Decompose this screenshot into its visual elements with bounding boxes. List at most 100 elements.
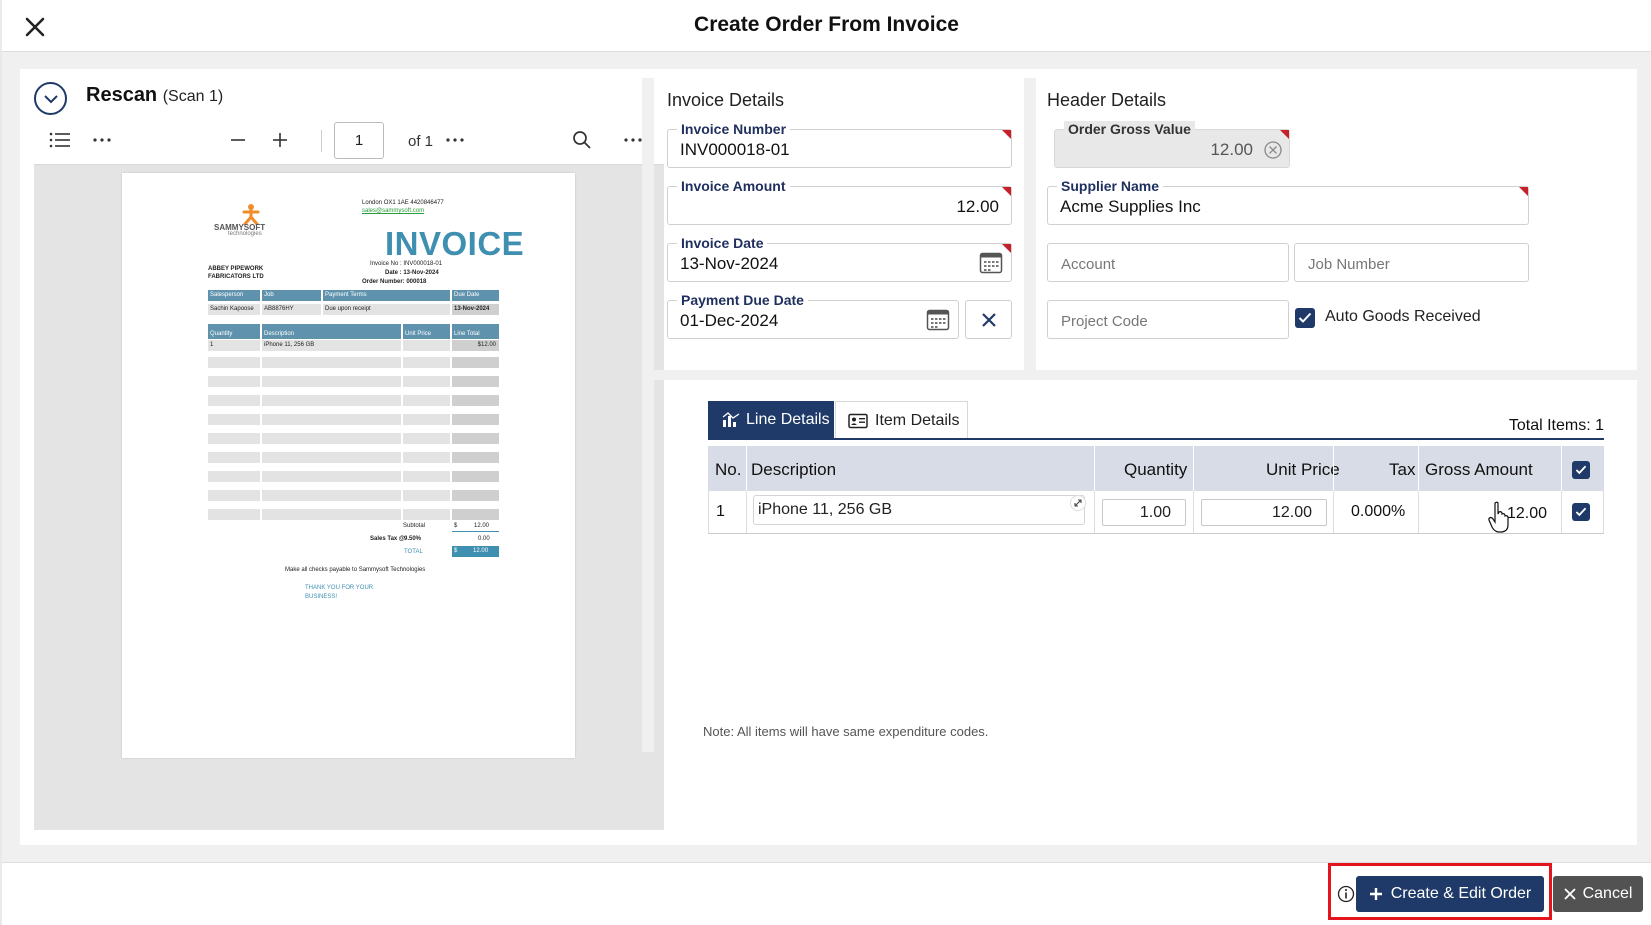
expenditure-note: Note: All items will have same expenditu… (703, 724, 989, 739)
create-order-dialog: Create Order From Invoice Rescan (Scan 1… (2, 0, 1651, 925)
calendar-icon[interactable] (979, 250, 1003, 274)
required-marker (1002, 244, 1011, 253)
row-unit-price-input[interactable]: 12.00 (1201, 499, 1327, 526)
zoom-in-icon[interactable] (272, 128, 288, 152)
invoice-date-label: Invoice Date (677, 235, 768, 251)
invoice-empty-cell (403, 395, 450, 406)
invoice-item-qty: 1 (208, 340, 260, 351)
invoice-job: AB8876HY (262, 304, 321, 315)
close-icon (1563, 888, 1576, 900)
invoice-subtotal-value: 12.00 (474, 523, 490, 529)
invoice-tax-label: Sales Tax @ (370, 536, 405, 542)
chart-icon (722, 412, 740, 427)
required-marker (1519, 187, 1528, 196)
invoice-details-title: Invoice Details (667, 90, 785, 110)
invoice-empty-cell (452, 509, 499, 520)
invoice-item-desc: iPhone 11, 256 GB (262, 340, 401, 351)
dialog-titlebar: Create Order From Invoice (2, 0, 1651, 52)
required-marker (1002, 187, 1011, 196)
more-options-icon[interactable] (93, 128, 111, 152)
invoice-checks-note: Make all checks payable to Sammysoft Tec… (285, 567, 426, 573)
invoice-date-field[interactable]: Invoice Date 13-Nov-2024 (667, 235, 1012, 282)
invoice-empty-cell (403, 490, 450, 501)
pane-divider (1024, 78, 1036, 380)
invoice-number-field[interactable]: Invoice Number INV000018-01 (667, 121, 1012, 168)
invoice-subtotal-currency: $ (454, 523, 458, 529)
invoice-empty-cell (452, 395, 499, 406)
job-number-field[interactable]: Job Number (1294, 243, 1529, 282)
invoice-amount-field[interactable]: Invoice Amount 12.00 (667, 178, 1012, 225)
col-separator (1094, 446, 1095, 491)
col-separator (1333, 491, 1334, 533)
cancel-button[interactable]: Cancel (1553, 876, 1643, 912)
header-details-title: Header Details (1047, 90, 1167, 110)
invoice-empty-cell (262, 490, 401, 501)
tab-item-details[interactable]: Item Details (835, 401, 968, 439)
invoice-empty-cell (452, 471, 499, 482)
payment-due-date-field[interactable]: Payment Due Date 01-Dec-2024 (667, 292, 959, 339)
scan-title-text: Rescan (86, 84, 158, 106)
invoice-empty-cell (452, 433, 499, 444)
col-tax: Tax (1389, 460, 1416, 479)
more-page-options-icon[interactable] (446, 128, 464, 152)
invoice-empty-cell (403, 414, 450, 425)
row-description-input[interactable]: iPhone 11, 256 GB (753, 495, 1085, 525)
invoice-total-currency: $ (454, 548, 458, 554)
invoice-empty-cell (262, 376, 401, 387)
project-code-field[interactable]: Project Code (1047, 300, 1289, 339)
col-description: Description (751, 460, 837, 479)
invoice-amount-value: 12.00 (956, 197, 999, 216)
col-separator (746, 491, 747, 533)
page-number-input[interactable]: 1 (334, 122, 384, 159)
invoice-subtotal-rule (452, 531, 499, 532)
row-quantity-input[interactable]: 1.00 (1102, 499, 1186, 526)
sammysoft-logo-icon (242, 204, 260, 225)
invoice-item-row: 1 iPhone 11, 256 GB $12.00 (208, 340, 499, 351)
invoice-empty-row (208, 395, 499, 406)
supplier-name-value: Acme Supplies Inc (1060, 197, 1201, 216)
invoice-document-page: SAMMYSOFT technologies London OX1 1AE 44… (122, 173, 575, 758)
row-select-checkbox[interactable] (1572, 503, 1590, 521)
invoice-empty-cell (452, 357, 499, 368)
collapse-toggle-button[interactable] (34, 82, 67, 115)
page-count-label: of 1 (408, 133, 434, 150)
account-field[interactable]: Account (1047, 243, 1289, 282)
invoice-subtotal-label: Subtotal (403, 523, 426, 529)
pdf-viewport[interactable]: SAMMYSOFT technologies London OX1 1AE 44… (34, 165, 664, 830)
job-number-placeholder: Job Number (1308, 256, 1390, 273)
row-no: 1 (716, 503, 725, 520)
invoice-empty-row (208, 509, 499, 520)
order-gross-value-field: Order Gross Value 12.00 (1054, 121, 1290, 168)
invoice-empty-cell (262, 433, 401, 444)
invoice-empty-cell (403, 376, 450, 387)
more-tools-icon[interactable] (624, 128, 642, 152)
invoice-empty-cell (208, 414, 260, 425)
invoice-empty-cell (452, 376, 499, 387)
supplier-name-field[interactable]: Supplier Name Acme Supplies Inc (1047, 178, 1529, 225)
expand-icon[interactable] (1070, 495, 1086, 511)
col-separator (1193, 446, 1194, 491)
dialog-title: Create Order From Invoice (694, 13, 959, 36)
clear-circle-icon[interactable] (1263, 140, 1283, 160)
tab-item-details-label: Item Details (875, 411, 960, 429)
auto-goods-received-checkbox[interactable] (1295, 308, 1315, 328)
tab-line-details[interactable]: Line Details (708, 401, 834, 439)
invoice-date-value: 13-Nov-2024 (680, 254, 779, 273)
search-icon[interactable] (572, 128, 592, 152)
invoice-empty-cell (208, 452, 260, 463)
invoice-order-number-line: Order Number: 000018 (362, 279, 427, 285)
clear-due-date-button[interactable] (965, 300, 1012, 339)
supplier-name-label: Supplier Name (1057, 178, 1164, 194)
invoice-salesperson: Sachin Kapoose (208, 304, 260, 315)
total-items-count: Total Items: 1 (1508, 417, 1604, 434)
outline-list-icon[interactable] (49, 128, 71, 152)
invoice-empty-row (208, 414, 499, 425)
invoice-total-label: TOTAL (404, 549, 423, 555)
invoice-hdr-qty: Quantity (208, 324, 260, 339)
invoice-item-total: $12.00 (452, 340, 499, 351)
table-row[interactable]: 1 iPhone 11, 256 GB 1.00 12.00 0.000% 12… (708, 491, 1604, 534)
select-all-checkbox[interactable] (1572, 461, 1590, 479)
calendar-icon[interactable] (926, 307, 950, 331)
zoom-out-icon[interactable] (230, 128, 246, 152)
invoice-empty-cell (403, 471, 450, 482)
